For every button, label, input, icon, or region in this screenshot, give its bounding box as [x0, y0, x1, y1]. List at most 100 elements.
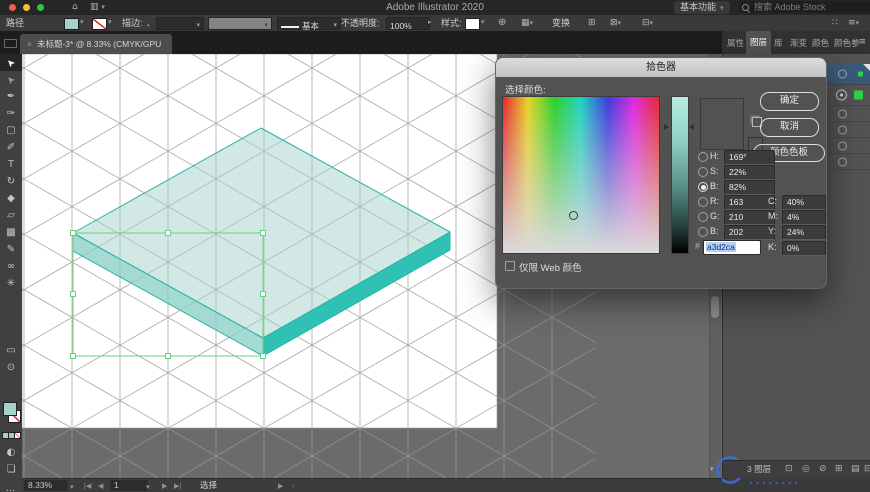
layer-target-icon[interactable] — [838, 141, 847, 150]
rotate-tool[interactable]: ↻ — [0, 173, 22, 190]
stock-search-input[interactable]: 搜索 Adobe Stock — [738, 1, 870, 13]
black-input[interactable]: 0% — [782, 241, 826, 256]
zoom-level[interactable]: 8.33% — [24, 480, 68, 491]
layer-selection-indicator[interactable] — [858, 71, 863, 77]
slider-arrow-right-icon[interactable] — [689, 124, 694, 130]
layer-target-icon[interactable] — [838, 109, 847, 118]
tab-color-guide[interactable]: 颜色参 — [834, 37, 860, 49]
transform-label[interactable]: 变换 — [552, 15, 570, 31]
document-tab[interactable]: ×未标题-3* @ 8.33% (CMYK/GPU 预览) — [20, 34, 172, 69]
stroke-chevron-icon[interactable]: ▾ — [108, 15, 112, 31]
direct-selection-tool[interactable]: ➤ — [0, 71, 22, 88]
blue-radio[interactable] — [698, 227, 708, 237]
web-only-checkbox[interactable] — [505, 261, 515, 271]
saturation-input[interactable]: 22% — [724, 165, 775, 180]
stroke-style-dropdown[interactable]: 基本 ▾ — [277, 17, 341, 31]
tab-color[interactable]: 颜色 — [812, 37, 829, 49]
layer-target-icon[interactable] — [838, 69, 847, 79]
gradient-tool[interactable]: ▩ — [0, 224, 22, 241]
prev-artboard-icon[interactable]: ◀ — [98, 480, 103, 492]
locate-object-icon[interactable]: ◎ — [802, 461, 810, 478]
brush-definition-dropdown[interactable]: ▾ — [208, 17, 272, 30]
hex-input[interactable]: a3d2ca — [703, 240, 761, 255]
paintbrush-tool[interactable]: ✐ — [0, 139, 22, 156]
zoom-tool[interactable]: ⊙ — [0, 359, 22, 376]
magenta-input[interactable]: 4% — [782, 210, 826, 225]
artboard-number[interactable]: 1 — [110, 480, 148, 491]
red-radio[interactable] — [698, 197, 708, 207]
saturation-radio[interactable] — [698, 167, 708, 177]
color-field[interactable] — [502, 96, 660, 254]
dialog-title[interactable]: 拾色器 — [496, 58, 826, 77]
fill-color-indicator[interactable] — [3, 402, 17, 416]
new-layer-icon[interactable]: ▤ — [851, 461, 860, 478]
zoom-chevron-icon[interactable]: ▾ — [70, 481, 74, 492]
fill-color-swatch[interactable] — [64, 18, 79, 30]
tab-layers[interactable]: 图层 — [746, 31, 772, 54]
bounding-box-icon[interactable]: ⊞ — [588, 15, 596, 31]
fill-chevron-icon[interactable]: ▾ — [80, 15, 84, 31]
none-mode-icon[interactable] — [14, 432, 21, 439]
tab-libraries[interactable]: 库 — [774, 37, 783, 49]
scale-tool[interactable]: ▱ — [0, 207, 22, 224]
hue-input[interactable]: 169° — [724, 150, 775, 165]
artboard-tool[interactable]: ▭ — [0, 342, 22, 359]
selection-tool[interactable]: ➤ — [0, 54, 22, 71]
last-artboard-icon[interactable]: ▶| — [174, 480, 181, 492]
cyan-input[interactable]: 40% — [782, 195, 826, 210]
layer-target-icon[interactable] — [836, 89, 847, 101]
status-expand-icon[interactable]: ▶ — [278, 480, 283, 492]
ok-button[interactable]: 确定 — [760, 92, 819, 111]
make-mask-icon[interactable]: ⊘ — [819, 461, 827, 478]
tab-properties[interactable]: 属性 — [727, 37, 744, 49]
screen-mode-icon[interactable]: ❏ — [0, 461, 22, 478]
new-sublayer-icon[interactable]: ⊞ — [835, 461, 843, 478]
style-chevron-icon[interactable]: ▾ — [481, 15, 485, 31]
close-tab-icon[interactable]: × — [27, 39, 32, 49]
control-menu-icon[interactable]: ≡▾ — [848, 15, 859, 31]
layer-target-icon[interactable] — [838, 125, 847, 134]
color-field-marker[interactable] — [569, 211, 578, 220]
green-radio[interactable] — [698, 212, 708, 222]
eraser-tool[interactable]: ◆ — [0, 190, 22, 207]
eyedropper-tool[interactable]: ✎ — [0, 241, 22, 258]
next-artboard-icon[interactable]: ▶ — [162, 480, 167, 492]
curvature-tool[interactable]: ✑ — [0, 105, 22, 122]
stroke-color-swatch[interactable] — [92, 18, 107, 30]
cancel-button[interactable]: 取消 — [760, 118, 819, 137]
draw-mode-icon[interactable]: ◐ — [0, 444, 22, 461]
grid-options-icon[interactable]: ▦▾ — [521, 15, 533, 31]
align-objects-icon[interactable]: ⊠▾ — [610, 15, 621, 31]
delete-layer-icon[interactable]: ⊟ — [864, 461, 870, 478]
layer-selection-indicator[interactable] — [854, 90, 863, 100]
collect-for-export-icon[interactable]: ⊡ — [785, 461, 793, 478]
brightness-radio[interactable] — [698, 182, 708, 192]
brightness-slider[interactable] — [671, 96, 689, 254]
layer-target-icon[interactable] — [838, 157, 847, 166]
rectangle-tool[interactable]: ▢ — [0, 122, 22, 139]
arrange-docs-icon[interactable]: ∷ — [832, 15, 838, 31]
symbol-sprayer-tool[interactable]: ✳ — [0, 275, 22, 292]
workspace-switcher[interactable]: 基本功能 ▾ — [674, 1, 730, 14]
artboard-chevron-icon[interactable]: ▾ — [146, 481, 150, 492]
opacity-expand-icon[interactable]: ▸ — [428, 15, 432, 31]
distribute-objects-icon[interactable]: ⊟▾ — [642, 15, 653, 31]
stroke-weight-dropdown[interactable]: ▾ — [156, 17, 204, 30]
yellow-input[interactable]: 24% — [782, 225, 826, 240]
edit-toolbar-icon[interactable]: … — [0, 480, 22, 492]
blend-tool[interactable]: ∞ — [0, 258, 22, 275]
scroll-down-icon[interactable]: ▾ — [710, 465, 714, 473]
opacity-value[interactable]: 100% — [386, 17, 430, 31]
tab-gradient[interactable]: 渐变 — [790, 37, 807, 49]
document-setup-icon[interactable]: ⊕ — [498, 15, 506, 31]
panel-menu-icon[interactable]: ≡ — [858, 37, 866, 47]
hue-radio[interactable] — [698, 152, 708, 162]
type-tool[interactable]: T — [0, 156, 22, 173]
vertical-scrollbar-thumb[interactable] — [711, 296, 719, 318]
pen-tool[interactable]: ✒ — [0, 88, 22, 105]
graphic-style-swatch[interactable] — [465, 18, 480, 30]
status-collapse-icon[interactable]: ‹ — [292, 480, 294, 492]
first-artboard-icon[interactable]: |◀ — [84, 480, 91, 492]
tab-overflow-icon[interactable] — [4, 39, 17, 48]
brightness-input[interactable]: 82% — [724, 180, 775, 195]
